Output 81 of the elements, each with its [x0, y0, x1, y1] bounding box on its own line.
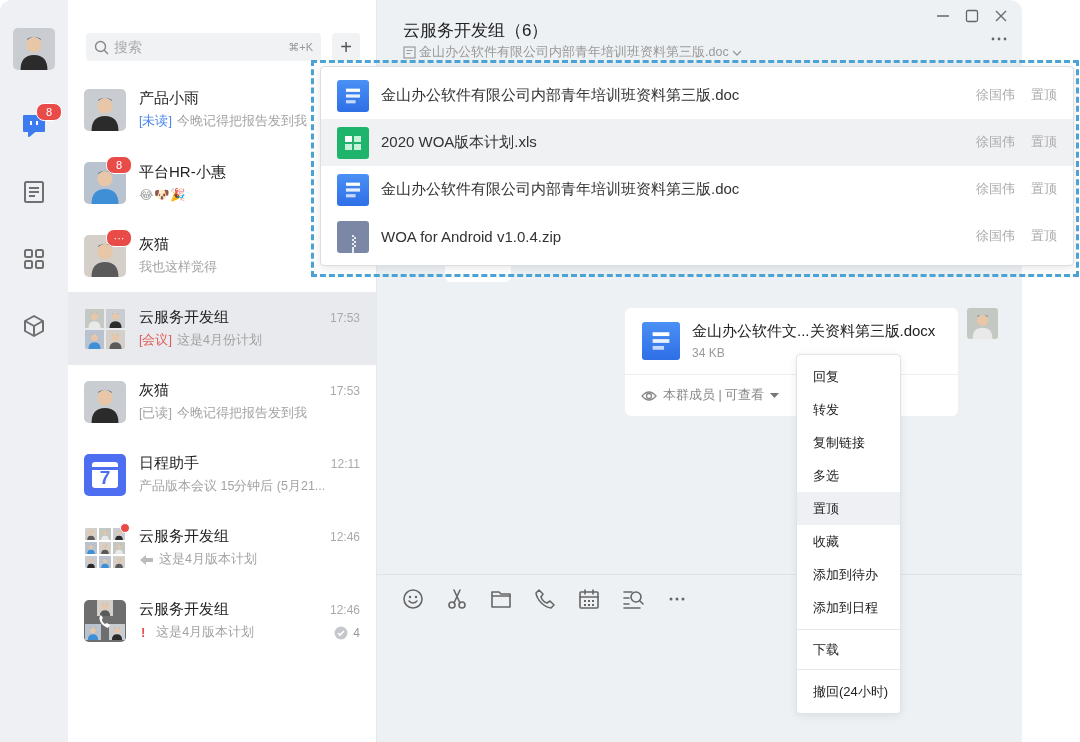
- read-count: 4: [353, 625, 360, 640]
- owner-name: 徐国伟: [976, 181, 1015, 198]
- status-tag: [会议]: [139, 332, 172, 349]
- message-preview: 这是4月版本计划: [156, 624, 256, 641]
- message-preview: 😂🐶🎉: [139, 187, 187, 202]
- file-name: 金山办公软件有限公司内部青年培训班资料第三版.doc: [381, 86, 741, 105]
- conversation-item[interactable]: 云服务开发组 17:53 [会议] 这是4月份计划: [68, 292, 376, 365]
- menu-item[interactable]: 回复: [797, 360, 900, 393]
- message-preview: 我也这样觉得: [139, 259, 218, 276]
- message-time: 17:53: [329, 383, 360, 398]
- document-file-icon: [642, 322, 680, 360]
- arrow-icon: [139, 553, 154, 566]
- calendar-icon[interactable]: [578, 588, 600, 610]
- cube-icon[interactable]: [21, 312, 47, 339]
- spreadsheet-file-icon: [337, 126, 369, 159]
- search-icon: [94, 40, 109, 55]
- calendar-day: 7: [92, 461, 118, 488]
- file-name: 金山办公软件文...关资料第三版.docx: [692, 322, 936, 341]
- menu-item[interactable]: 复制链接: [797, 426, 900, 459]
- document-icon[interactable]: [21, 178, 47, 205]
- chat-title: 云服务开发组（6）: [403, 20, 550, 42]
- message-preview: 今晚记得把报告发到我: [176, 405, 308, 422]
- file-name: WOA for Android v1.0.4.zip: [381, 228, 563, 245]
- contact-name: 平台HR-小惠: [139, 163, 227, 182]
- zip-file-icon: [337, 220, 369, 253]
- message-time: 17:53: [329, 310, 360, 325]
- more-icon[interactable]: [990, 36, 1008, 42]
- conversation-item[interactable]: 灰猫 17:53 [已读] 今晚记得把报告发到我: [68, 365, 376, 438]
- menu-item[interactable]: 撤回(24小时): [797, 675, 900, 708]
- phone-icon[interactable]: [534, 588, 556, 610]
- message-preview: 这是4月版本计划: [159, 551, 258, 568]
- document-icon: [403, 46, 416, 59]
- contact-name: 云服务开发组: [139, 600, 230, 619]
- file-name: 2020 WOA版本计划.xls: [381, 133, 538, 152]
- contact-name: 灰猫: [139, 381, 170, 400]
- message-preview: 今晚记得把报告发到我: [176, 113, 308, 130]
- eye-icon: [641, 388, 657, 403]
- check-circle-icon: [334, 625, 349, 640]
- unread-badge: 8: [106, 155, 132, 174]
- close-icon[interactable]: [994, 9, 1008, 23]
- file-name: 金山办公软件有限公司内部青年培训班资料第三版.doc: [381, 180, 741, 199]
- menu-item[interactable]: 置顶: [797, 492, 900, 525]
- unread-badge: 8: [36, 103, 62, 121]
- message-time: 12:11: [330, 456, 360, 471]
- unread-badge: ···: [106, 228, 132, 247]
- menu-item[interactable]: 下载: [797, 633, 900, 666]
- owner-name: 徐国伟: [976, 228, 1015, 245]
- permission-label: 本群成员 | 可查看: [663, 387, 765, 404]
- status-tag: [已读]: [139, 405, 172, 422]
- alert-mark: !: [140, 625, 147, 640]
- contact-name: 日程助手: [139, 454, 200, 473]
- conversation-item[interactable]: 7 日程助手 12:11 产品版本会议 15分钟后 (5月21...: [68, 438, 376, 511]
- message-time: 12:46: [329, 529, 360, 544]
- folder-icon[interactable]: [490, 588, 512, 610]
- document-file-icon: [337, 79, 369, 112]
- scissors-icon[interactable]: [446, 588, 468, 610]
- search-history-icon[interactable]: [622, 588, 644, 610]
- contact-name: 云服务开发组: [139, 527, 230, 546]
- caret-down-icon[interactable]: [770, 393, 780, 398]
- menu-item[interactable]: 多选: [797, 459, 900, 492]
- contact-name: 云服务开发组: [139, 308, 230, 327]
- status-tag: [未读]: [139, 113, 172, 130]
- maximize-icon[interactable]: [965, 9, 979, 23]
- message-preview: 产品版本会议 15分钟后 (5月21...: [139, 478, 327, 495]
- conversation-item[interactable]: 云服务开发组 12:46 这是4月版本计划: [68, 511, 376, 584]
- file-size: 34 KB: [692, 346, 726, 360]
- owner-name: 徐国伟: [976, 87, 1015, 104]
- shortcut-hint: ⌘+K: [288, 41, 313, 54]
- conversation-item[interactable]: 云服务开发组 12:46 ! 这是4月版本计划 4: [68, 584, 376, 657]
- add-button[interactable]: +: [332, 33, 360, 61]
- menu-item[interactable]: 收藏: [797, 525, 900, 558]
- document-file-icon: [337, 173, 369, 206]
- owner-name: 徐国伟: [976, 134, 1015, 151]
- menu-item[interactable]: 添加到待办: [797, 558, 900, 591]
- contact-name: 产品小雨: [139, 89, 200, 108]
- menu-item[interactable]: 添加到日程: [797, 591, 900, 624]
- message-preview: 这是4月份计划: [176, 332, 263, 349]
- message-time: 12:46: [329, 602, 360, 617]
- pinned-file-item[interactable]: 2020 WOA版本计划.xls 徐国伟 置顶: [321, 119, 1073, 166]
- contact-name: 灰猫: [139, 235, 170, 254]
- emoji-icon[interactable]: [402, 588, 424, 610]
